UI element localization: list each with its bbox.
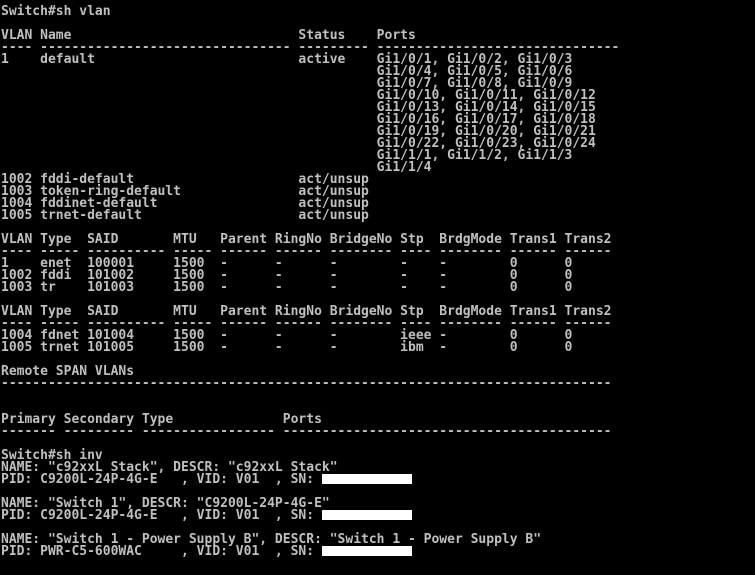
terminal-line-text: Switch#sh vlan [1, 4, 111, 19]
terminal-line-text: 1005 trnet-default act/unsup [1, 208, 369, 223]
terminal-line-text: PID: PWR-C5-600WAC , VID: V01 , SN: [1, 544, 322, 559]
terminal-line: 1005 trnet 101005 1500 - - - ibm - 0 0 [1, 340, 755, 355]
terminal-line: PID: C9200L-24P-4G-E , VID: V01 , SN: [1, 508, 755, 523]
terminal-line-text: ----------------------------------------… [1, 376, 612, 391]
terminal-line: 1005 trnet-default act/unsup [1, 208, 755, 223]
terminal-window[interactable]: Switch#sh vlan VLAN Name Status Ports ----… [0, 0, 755, 575]
redacted-serial-number [321, 510, 412, 520]
terminal-line: Switch#sh vlan [1, 4, 755, 19]
terminal-line: PID: C9200L-24P-4G-E , VID: V01 , SN: [1, 472, 755, 487]
terminal-line: ------- --------- ----------------- ----… [1, 424, 755, 439]
terminal-line-text: 1003 tr 101003 1500 - - - - - 0 0 [1, 280, 573, 295]
redacted-serial-number [321, 546, 412, 556]
terminal-line-text: PID: C9200L-24P-4G-E , VID: V01 , SN: [1, 472, 322, 487]
terminal-line-text: PID: C9200L-24P-4G-E , VID: V01 , SN: [1, 508, 322, 523]
terminal-line: 1003 tr 101003 1500 - - - - - 0 0 [1, 280, 755, 295]
terminal-line: ----------------------------------------… [1, 376, 755, 391]
redacted-serial-number [321, 474, 412, 484]
terminal-line-text: ------- --------- ----------------- ----… [1, 424, 612, 439]
terminal-output: Switch#sh vlan VLAN Name Status Ports ----… [1, 4, 755, 559]
terminal-line: PID: PWR-C5-600WAC , VID: V01 , SN: [1, 544, 755, 559]
terminal-line-text: 1005 trnet 101005 1500 - - - ibm - 0 0 [1, 340, 573, 355]
